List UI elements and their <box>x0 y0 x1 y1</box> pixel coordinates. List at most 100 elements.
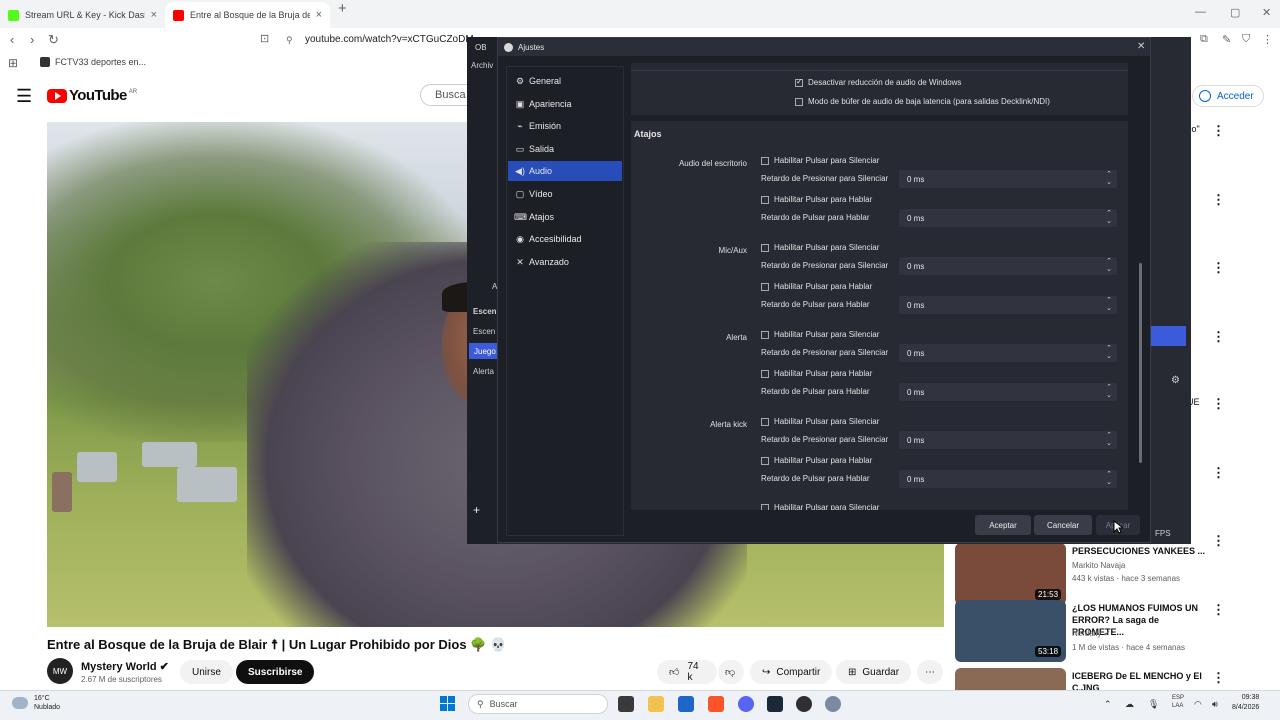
like-button[interactable]: 👍︎ 74 k <box>657 660 717 684</box>
nav-item-accesibilidad[interactable]: ◉ Accesibilidad <box>508 229 622 249</box>
bookmark-item[interactable]: FCTV33 deportes en... <box>40 57 146 67</box>
scrollbar-thumb[interactable] <box>1139 263 1142 463</box>
dislike-button[interactable]: 👎︎ <box>718 660 744 684</box>
checkbox[interactable] <box>761 417 769 426</box>
nav-item-apariencia[interactable]: ▣ Apariencia <box>508 94 622 114</box>
settings-scrollbar[interactable] <box>1138 63 1144 510</box>
browser-tab[interactable]: Entre al Bosque de la Bruja de Bl × <box>165 2 330 28</box>
low-latency-option[interactable]: Modo de búfer de audio de baja latencia … <box>795 97 1050 106</box>
cancel-button[interactable]: Cancelar <box>1034 515 1092 535</box>
weather-widget[interactable]: 16°C Nublado <box>12 694 60 712</box>
close-icon[interactable]: ✕ <box>1137 41 1145 52</box>
checkbox[interactable] <box>761 282 769 291</box>
delay-spinbox[interactable]: 0 ms ⌃ ⌄ <box>899 383 1117 401</box>
delay-spinbox[interactable]: 0 ms ⌃ ⌄ <box>899 470 1117 488</box>
spin-arrows-icon[interactable]: ⌃ ⌄ <box>1106 432 1112 448</box>
more-options-icon[interactable]: ⋮ <box>1212 260 1225 276</box>
spin-arrows-icon[interactable]: ⌃ ⌄ <box>1106 171 1112 187</box>
obs-menu-file[interactable]: Archiv <box>471 61 493 70</box>
checkbox[interactable] <box>795 77 803 87</box>
minimize-icon[interactable]: — <box>1195 6 1206 18</box>
delay-spinbox[interactable]: 0 ms ⌃ ⌄ <box>899 257 1117 275</box>
hotkey-checkbox-row[interactable]: Habilitar Pulsar para Silenciar <box>761 417 879 426</box>
obs-scene-item[interactable]: Juego <box>474 347 496 356</box>
checkbox[interactable] <box>761 195 769 204</box>
more-actions-button[interactable]: ⋯ <box>917 660 943 684</box>
recommended-video[interactable]: 53:18 ¿LOS HUMANOS FUIMOS UN ERROR? La s… <box>955 600 1255 664</box>
spin-arrows-icon[interactable]: ⌃ ⌄ <box>1106 210 1112 226</box>
pen-icon[interactable]: ✎ <box>1222 33 1231 46</box>
obs-scene-item[interactable]: Escen <box>473 327 495 336</box>
delay-spinbox[interactable]: 0 ms ⌃ ⌄ <box>899 170 1117 188</box>
sign-in-button[interactable]: Acceder <box>1192 85 1264 107</box>
spin-arrows-icon[interactable]: ⌃ ⌄ <box>1106 345 1112 361</box>
subscribe-button[interactable]: Suscribirse <box>236 660 315 684</box>
hotkey-checkbox-row[interactable]: Habilitar Pulsar para Silenciar <box>761 243 879 252</box>
hamburger-menu-icon[interactable]: ☰ <box>16 86 32 107</box>
bookmark-icon[interactable]: ⊡ <box>260 32 269 45</box>
hotkey-checkbox-row[interactable]: Habilitar Pulsar para Silenciar <box>761 503 879 510</box>
nav-item-audio[interactable]: ◀) Audio <box>508 161 622 181</box>
task-view-icon[interactable] <box>618 696 634 712</box>
channel-avatar[interactable]: MW <box>47 658 73 684</box>
more-options-icon[interactable]: ⋮ <box>1212 465 1225 481</box>
obs-taskbar-icon[interactable] <box>796 696 812 712</box>
microphone-icon[interactable]: 🎙︎ <box>1148 699 1159 710</box>
nav-item-emisión[interactable]: ⌁ Emisión <box>508 116 622 136</box>
more-options-icon[interactable]: ⋮ <box>1212 123 1225 139</box>
checkbox[interactable] <box>795 97 803 106</box>
new-tab-button[interactable]: + <box>338 0 347 28</box>
spin-arrows-icon[interactable]: ⌃ ⌄ <box>1106 297 1112 313</box>
close-window-icon[interactable]: ✕ <box>1262 6 1271 19</box>
share-button[interactable]: ↪ Compartir <box>750 660 833 684</box>
file-explorer-icon[interactable] <box>648 696 664 712</box>
menu-dots-icon[interactable]: ⋮ <box>1262 33 1273 46</box>
volume-icon[interactable]: 🔊︎ <box>1212 699 1218 710</box>
brave-browser-icon[interactable] <box>708 696 724 712</box>
more-options-icon[interactable]: ⋮ <box>1212 329 1225 345</box>
youtube-logo[interactable]: YouTube AR <box>47 87 137 104</box>
checkbox[interactable] <box>761 369 769 378</box>
hotkey-checkbox-row[interactable]: Habilitar Pulsar para Hablar <box>761 456 872 465</box>
back-icon[interactable]: ‹ <box>10 32 14 47</box>
network-icon[interactable]: ◠ <box>1194 699 1202 710</box>
recommended-video[interactable]: ICEBERG De EL MENCHO y El C.JNG <box>955 668 1255 690</box>
settings-taskbar-icon[interactable] <box>825 696 841 712</box>
disable-ducking-option[interactable]: Desactivar reducción de audio de Windows <box>795 77 961 87</box>
accept-button[interactable]: Aceptar <box>975 515 1031 535</box>
checkbox[interactable] <box>761 156 769 165</box>
reload-icon[interactable]: ↻ <box>48 32 59 48</box>
obs-add-scene-icon[interactable]: + <box>473 503 480 517</box>
nav-item-vídeo[interactable]: ▢ Vídeo <box>508 184 622 204</box>
hotkey-checkbox-row[interactable]: Habilitar Pulsar para Hablar <box>761 282 872 291</box>
shield-icon[interactable]: ⛉ <box>1242 33 1250 46</box>
delay-spinbox[interactable]: 0 ms ⌃ ⌄ <box>899 344 1117 362</box>
tray-chevron-icon[interactable]: ⌃ <box>1104 699 1112 710</box>
forward-icon[interactable]: › <box>30 32 34 47</box>
join-button[interactable]: Unirse <box>180 660 233 684</box>
obs-scene-item[interactable]: Alerta <box>473 367 494 376</box>
hotkey-checkbox-row[interactable]: Habilitar Pulsar para Silenciar <box>761 330 879 339</box>
maximize-icon[interactable]: ▢ <box>1230 6 1240 19</box>
spin-arrows-icon[interactable]: ⌃ ⌄ <box>1106 471 1112 487</box>
channel-name[interactable]: Mystery World ✔ <box>81 660 169 673</box>
more-options-icon[interactable]: ⋮ <box>1212 396 1225 412</box>
checkbox[interactable] <box>761 503 769 510</box>
nav-item-avanzado[interactable]: ✕ Avanzado <box>508 252 622 272</box>
checkbox[interactable] <box>761 456 769 465</box>
nav-item-general[interactable]: ⚙ General <box>508 71 622 91</box>
apps-grid-icon[interactable]: ⊞ <box>8 56 18 70</box>
recommended-video[interactable]: 21:53 PERSECUCIONES YANKEES ... Markito … <box>955 543 1255 607</box>
close-tab-icon[interactable]: × <box>151 9 157 21</box>
checkbox[interactable] <box>761 243 769 252</box>
nav-item-salida[interactable]: ▭ Salida <box>508 139 622 159</box>
spin-arrows-icon[interactable]: ⌃ ⌄ <box>1106 384 1112 400</box>
spin-arrows-icon[interactable]: ⌃ ⌄ <box>1106 258 1112 274</box>
browser-tab[interactable]: Stream URL & Key - Kick Dashboard × <box>0 2 165 28</box>
save-button[interactable]: ⊞ Guardar <box>836 660 912 684</box>
more-options-icon[interactable]: ⋮ <box>1212 192 1225 208</box>
hotkey-checkbox-row[interactable]: Habilitar Pulsar para Silenciar <box>761 156 879 165</box>
obs-gear-icon[interactable]: ⚙ <box>1171 375 1180 386</box>
taskbar-search[interactable]: ⚲ Buscar <box>468 694 608 714</box>
language-indicator[interactable]: ESP LAA <box>1172 694 1184 710</box>
